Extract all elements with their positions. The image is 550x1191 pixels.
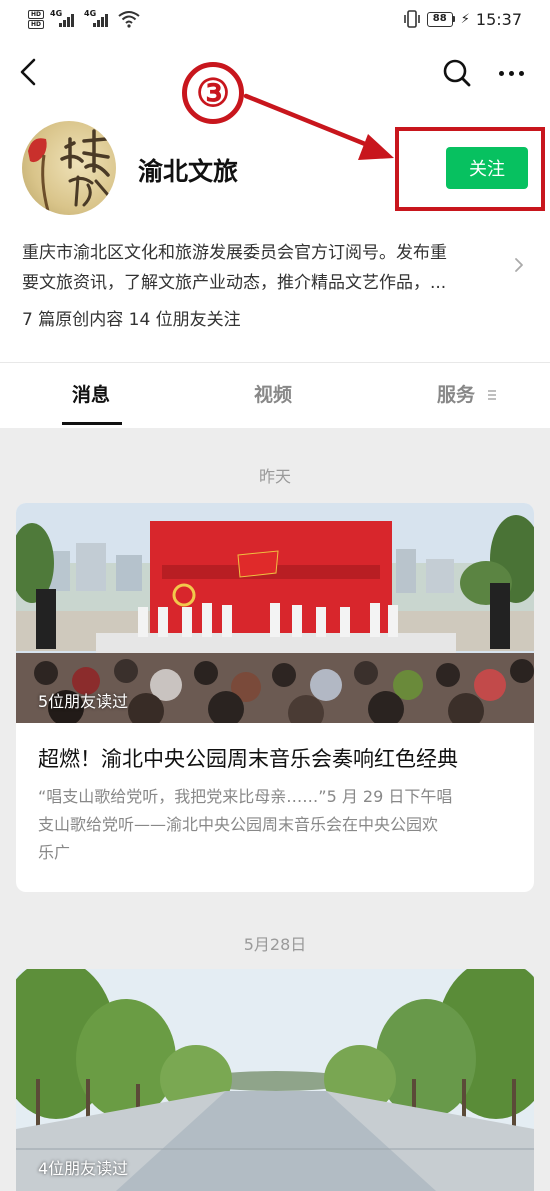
article-title: 超燃！渝北中央公园周末音乐会奏响红色经典 xyxy=(38,747,458,771)
chevron-right-icon[interactable] xyxy=(512,256,526,274)
more-options-button[interactable] xyxy=(494,58,528,88)
signal-icon: 4G xyxy=(50,9,78,29)
back-button[interactable] xyxy=(14,58,42,86)
account-name: 渝北文旅 xyxy=(138,157,239,186)
charging-icon: ⚡ xyxy=(460,11,470,27)
chevron-left-icon xyxy=(20,58,36,86)
account-stats[interactable]: 7 篇原创内容 14 位朋友关注 xyxy=(22,305,241,330)
divider xyxy=(0,362,550,363)
wifi-icon xyxy=(118,11,140,28)
hd-icon: HD HD xyxy=(28,9,44,29)
menu-icon xyxy=(488,390,496,400)
status-bar: HD HD 4G 4G 88 ⚡ 15:37 xyxy=(0,0,550,40)
date-label: 昨天 xyxy=(258,467,291,486)
article-summary: “唱支山歌给党听，我把党来比母亲……”5 月 29 日下午唱 支山歌给党听——渝… xyxy=(38,787,453,862)
step-marker: ③ xyxy=(182,62,244,124)
article-card[interactable]: 4位朋友读过 xyxy=(16,969,534,1191)
annotation-arrow xyxy=(243,93,394,160)
date-label: 5月28日 xyxy=(243,935,307,954)
article-card[interactable]: 5位朋友读过 超燃！渝北中央公园周末音乐会奏响红色经典 “唱支山歌给党听，我把党… xyxy=(16,503,534,892)
tab-videos[interactable]: 视频 xyxy=(254,380,292,407)
friends-read-count: 4位朋友读过 xyxy=(38,1159,129,1178)
signal-icon-2: 4G xyxy=(84,9,112,29)
clock: 15:37 xyxy=(475,9,522,29)
search-icon[interactable] xyxy=(442,58,472,88)
vibrate-icon xyxy=(403,10,420,28)
active-tab-indicator xyxy=(62,422,122,425)
friends-read-count: 5位朋友读过 xyxy=(38,692,129,711)
follow-button[interactable]: 关注 xyxy=(446,147,528,189)
battery-icon: 88 xyxy=(426,11,455,27)
account-avatar[interactable] xyxy=(22,121,116,215)
account-description[interactable]: 重庆市渝北区文化和旅游发展委员会官方订阅号。发布重 要文旅资讯，了解文旅产业动态… xyxy=(22,238,502,298)
tab-messages[interactable]: 消息 xyxy=(72,380,110,407)
tab-services[interactable]: 服务 xyxy=(437,380,475,407)
